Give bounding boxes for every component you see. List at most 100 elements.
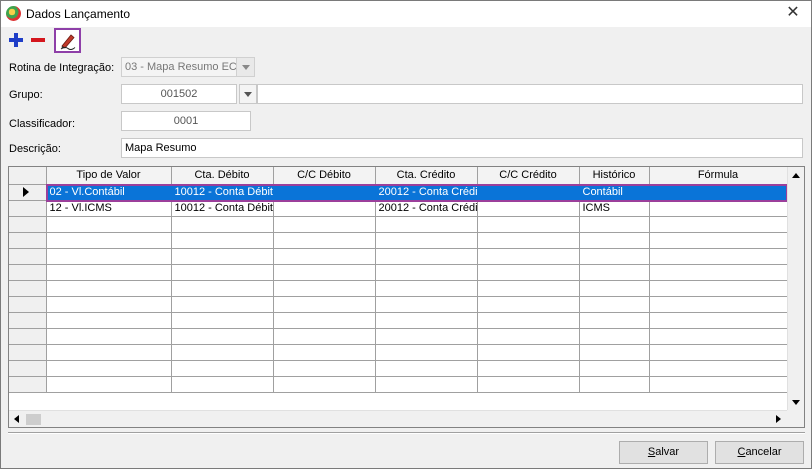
cell-historico[interactable]: Contábil <box>579 184 650 201</box>
remove-icon[interactable] <box>28 29 50 51</box>
row-indicator[interactable] <box>9 360 47 377</box>
empty-cell[interactable] <box>171 248 274 265</box>
empty-cell[interactable] <box>273 232 376 249</box>
table-row-selected[interactable]: 02 - Vl.Contábil 10012 - Conta Débit 200… <box>9 184 787 201</box>
empty-cell[interactable] <box>273 360 376 377</box>
empty-cell[interactable] <box>477 360 580 377</box>
cell-cta-credito[interactable]: 20012 - Conta Crédi <box>375 200 478 217</box>
empty-cell[interactable] <box>375 280 478 297</box>
empty-cell[interactable] <box>375 248 478 265</box>
empty-cell[interactable] <box>477 232 580 249</box>
row-indicator[interactable] <box>9 232 47 249</box>
empty-cell[interactable] <box>46 216 172 233</box>
empty-cell[interactable] <box>649 360 787 377</box>
cell-cta-debito[interactable]: 10012 - Conta Débit <box>171 184 274 201</box>
scroll-right-icon[interactable] <box>770 411 787 427</box>
table-row-empty[interactable] <box>9 328 787 345</box>
empty-cell[interactable] <box>171 216 274 233</box>
empty-cell[interactable] <box>649 264 787 281</box>
grupo-field[interactable]: 001502 <box>121 84 237 104</box>
close-button[interactable]: ✕ <box>779 2 807 24</box>
empty-cell[interactable] <box>477 216 580 233</box>
row-indicator[interactable] <box>9 248 47 265</box>
row-indicator[interactable] <box>9 296 47 313</box>
empty-cell[interactable] <box>579 376 650 393</box>
cell-cc-credito[interactable] <box>477 200 580 217</box>
empty-cell[interactable] <box>46 264 172 281</box>
scroll-up-icon[interactable] <box>788 167 804 184</box>
empty-cell[interactable] <box>46 232 172 249</box>
empty-cell[interactable] <box>477 376 580 393</box>
empty-cell[interactable] <box>375 296 478 313</box>
row-indicator[interactable] <box>9 280 47 297</box>
empty-cell[interactable] <box>477 312 580 329</box>
row-indicator[interactable] <box>9 328 47 345</box>
empty-cell[interactable] <box>477 248 580 265</box>
table-row-empty[interactable] <box>9 264 787 281</box>
cell-historico[interactable]: ICMS <box>579 200 650 217</box>
cell-tipo-valor[interactable]: 12 - Vl.ICMS <box>46 200 172 217</box>
cell-formula[interactable] <box>649 184 787 201</box>
empty-cell[interactable] <box>579 216 650 233</box>
empty-cell[interactable] <box>171 360 274 377</box>
column-header-cc-debito[interactable]: C/C Débito <box>273 167 376 185</box>
empty-cell[interactable] <box>649 328 787 345</box>
table-row-empty[interactable] <box>9 280 787 297</box>
column-header-cc-credito[interactable]: C/C Crédito <box>477 167 580 185</box>
empty-cell[interactable] <box>649 280 787 297</box>
descricao-field[interactable]: Mapa Resumo <box>121 138 803 158</box>
empty-cell[interactable] <box>579 344 650 361</box>
empty-cell[interactable] <box>477 280 580 297</box>
horizontal-scroll-thumb[interactable] <box>26 414 41 425</box>
empty-cell[interactable] <box>375 376 478 393</box>
column-header-historico[interactable]: Histórico <box>579 167 650 185</box>
row-indicator[interactable] <box>9 184 47 201</box>
empty-cell[interactable] <box>375 312 478 329</box>
empty-cell[interactable] <box>273 248 376 265</box>
cell-cc-credito[interactable] <box>477 184 580 201</box>
empty-cell[interactable] <box>579 360 650 377</box>
empty-cell[interactable] <box>171 312 274 329</box>
table-row-empty[interactable] <box>9 232 787 249</box>
empty-cell[interactable] <box>477 264 580 281</box>
cell-cc-debito[interactable] <box>273 184 376 201</box>
row-indicator[interactable] <box>9 264 47 281</box>
row-indicator[interactable] <box>9 312 47 329</box>
empty-cell[interactable] <box>171 264 274 281</box>
empty-cell[interactable] <box>46 296 172 313</box>
empty-cell[interactable] <box>273 344 376 361</box>
cell-cta-credito[interactable]: 20012 - Conta Crédi <box>375 184 478 201</box>
empty-cell[interactable] <box>273 296 376 313</box>
column-header-tipo-valor[interactable]: Tipo de Valor <box>46 167 172 185</box>
empty-cell[interactable] <box>579 312 650 329</box>
cell-tipo-valor[interactable]: 02 - Vl.Contábil <box>46 184 172 201</box>
row-indicator[interactable] <box>9 344 47 361</box>
empty-cell[interactable] <box>579 232 650 249</box>
empty-cell[interactable] <box>273 264 376 281</box>
empty-cell[interactable] <box>579 264 650 281</box>
column-header-formula[interactable]: Fórmula <box>649 167 787 185</box>
empty-cell[interactable] <box>273 328 376 345</box>
empty-cell[interactable] <box>375 344 478 361</box>
empty-cell[interactable] <box>649 232 787 249</box>
empty-cell[interactable] <box>46 280 172 297</box>
add-icon[interactable] <box>6 29 28 51</box>
table-row-empty[interactable] <box>9 360 787 377</box>
empty-cell[interactable] <box>649 376 787 393</box>
horizontal-scrollbar[interactable] <box>9 410 787 427</box>
grupo-dropdown-button[interactable] <box>239 84 257 104</box>
empty-cell[interactable] <box>375 232 478 249</box>
empty-cell[interactable] <box>171 328 274 345</box>
table-row-empty[interactable] <box>9 344 787 361</box>
table-row[interactable]: 12 - Vl.ICMS 10012 - Conta Débit 20012 -… <box>9 200 787 217</box>
empty-cell[interactable] <box>46 248 172 265</box>
table-row-empty[interactable] <box>9 248 787 265</box>
empty-cell[interactable] <box>649 312 787 329</box>
empty-cell[interactable] <box>273 280 376 297</box>
empty-cell[interactable] <box>375 216 478 233</box>
empty-cell[interactable] <box>171 280 274 297</box>
empty-cell[interactable] <box>46 360 172 377</box>
cell-formula[interactable] <box>649 200 787 217</box>
grupo-description-field[interactable] <box>257 84 803 104</box>
empty-cell[interactable] <box>273 312 376 329</box>
